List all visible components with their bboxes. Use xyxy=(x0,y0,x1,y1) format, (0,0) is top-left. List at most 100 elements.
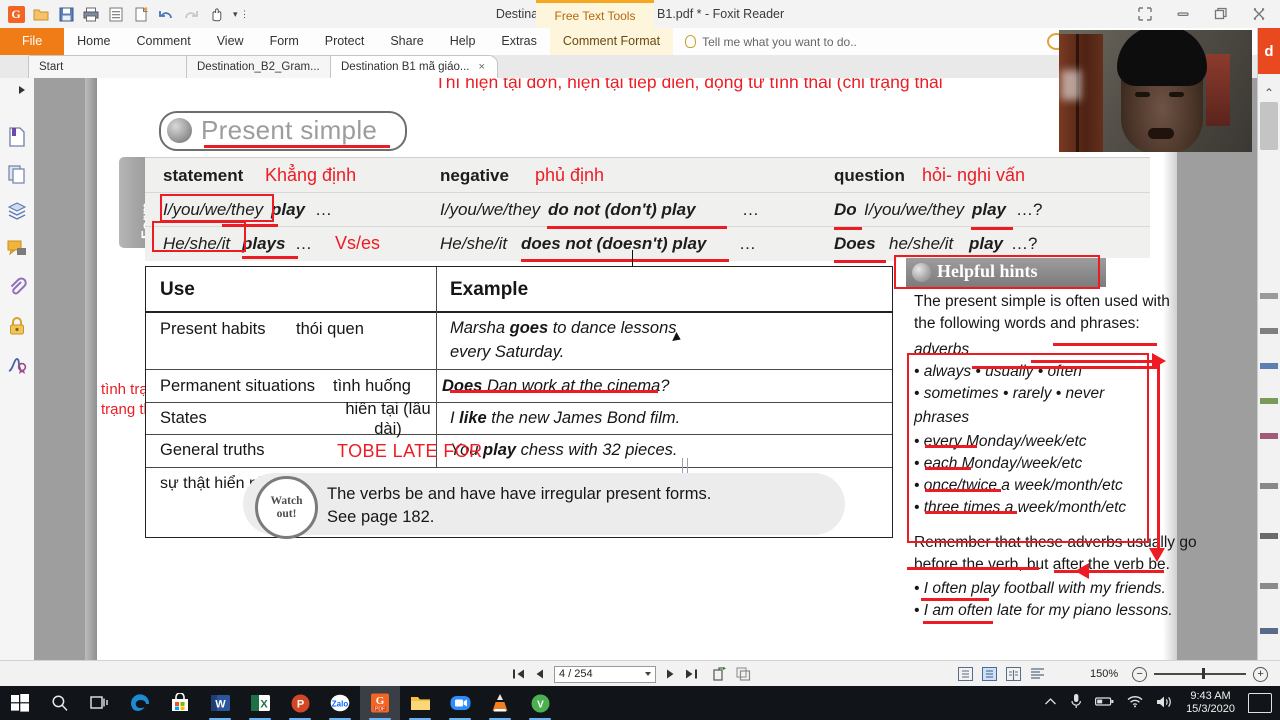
undo-icon[interactable] xyxy=(156,4,176,24)
doc-tab-destination-b2[interactable]: Destination_B2_Gram... xyxy=(186,55,341,78)
tab-comment-format[interactable]: Comment Format xyxy=(549,28,674,55)
background-app-scrollbar[interactable] xyxy=(1260,102,1278,150)
annotation-top-text: Thì hiện tại đơn, hiện tại tiếp diễn, độ… xyxy=(435,78,943,92)
search-icon[interactable] xyxy=(40,686,80,720)
form-r2-negative-subject: He/she/it xyxy=(440,234,508,253)
panel-expand-arrow-icon[interactable] xyxy=(19,86,25,94)
doc-tab-close-icon[interactable]: × xyxy=(479,61,485,73)
section-heading-pill: Present simple xyxy=(159,111,407,151)
facing-page-icon[interactable] xyxy=(1006,667,1021,681)
page-number-input[interactable]: 4 / 254 xyxy=(554,665,656,683)
battery-icon[interactable] xyxy=(1095,696,1114,710)
foxit-reader-icon[interactable]: G PDF xyxy=(360,686,400,720)
webcam-light-glare xyxy=(1061,70,1081,100)
bookmark-page-icon[interactable] xyxy=(6,126,28,148)
powerpoint-icon[interactable]: P xyxy=(280,686,320,720)
restore-down-icon[interactable] xyxy=(1134,3,1156,25)
layers-icon[interactable] xyxy=(6,200,28,222)
file-explorer-icon[interactable] xyxy=(400,686,440,720)
document-viewport[interactable]: Thì hiện tại đơn, hiện tại tiếp diễn, độ… xyxy=(34,78,1280,660)
redo-icon[interactable] xyxy=(181,4,201,24)
zoom-slider[interactable] xyxy=(1154,668,1247,680)
watch-out-line1: The verbs be and have have irregular pre… xyxy=(327,485,712,503)
snapshot-icon[interactable] xyxy=(736,667,751,681)
form-r2-statement-note: Vs/es xyxy=(335,233,381,253)
start-windows-icon[interactable] xyxy=(0,686,40,720)
tab-file[interactable]: File xyxy=(0,28,65,55)
annotation-underline-am-often xyxy=(923,621,993,624)
chevron-down-icon[interactable] xyxy=(645,672,651,676)
tell-me-search[interactable]: Tell me what you want to do.. xyxy=(685,28,857,55)
rotate-view-icon[interactable] xyxy=(712,667,727,681)
show-hidden-icons-icon[interactable] xyxy=(1044,697,1057,710)
form-r2-question-verb: play xyxy=(969,234,1004,253)
previous-page-icon[interactable] xyxy=(535,668,545,680)
unikey-icon[interactable]: V xyxy=(520,686,560,720)
zoom-in-button[interactable]: + xyxy=(1253,666,1269,682)
save-icon[interactable] xyxy=(56,4,76,24)
tab-view[interactable]: View xyxy=(204,28,257,55)
excel-icon[interactable]: X xyxy=(240,686,280,720)
open-icon[interactable] xyxy=(31,4,51,24)
word-icon[interactable]: W xyxy=(200,686,240,720)
continuous-scroll-icon[interactable] xyxy=(982,667,997,681)
action-center-icon[interactable] xyxy=(1248,693,1272,713)
print-icon[interactable] xyxy=(81,4,101,24)
tab-protect[interactable]: Protect xyxy=(312,28,378,55)
zoom-out-button[interactable]: − xyxy=(1132,666,1148,682)
comments-icon[interactable] xyxy=(6,237,28,259)
taskbar-clock[interactable]: 9:43 AM 15/3/2020 xyxy=(1186,690,1235,716)
digital-signature-icon[interactable] xyxy=(6,354,28,376)
form-header-negative-vi: phủ định xyxy=(535,165,605,185)
security-lock-icon[interactable] xyxy=(6,315,28,337)
single-page-icon[interactable] xyxy=(958,667,973,681)
maximize-icon[interactable] xyxy=(1210,3,1232,25)
page-number-value: 4 / 254 xyxy=(559,668,593,680)
zalo-icon[interactable]: Zalo xyxy=(320,686,360,720)
microsoft-store-icon[interactable] xyxy=(160,686,200,720)
annotation-underline-once-twice xyxy=(925,489,1001,492)
zoom-level-value: 150% xyxy=(1090,668,1119,680)
watch-out-badge: Watch out! xyxy=(255,476,318,539)
tab-help[interactable]: Help xyxy=(437,28,489,55)
customize-toolbar-icon[interactable]: ▾ ⋮ xyxy=(231,4,251,24)
attachment-paperclip-icon[interactable] xyxy=(6,276,28,298)
background-app-chevron-icon[interactable]: ⌃ xyxy=(1264,86,1274,100)
doc-tab-start[interactable]: Start xyxy=(28,55,196,78)
text-caret xyxy=(632,250,633,267)
annotation-arrow-shaft-left xyxy=(1082,570,1158,573)
use-table-header-use: Use xyxy=(160,279,195,300)
wifi-icon[interactable] xyxy=(1127,695,1143,711)
tab-home[interactable]: Home xyxy=(64,28,123,55)
watch-out-line2: See page 182. xyxy=(327,508,435,526)
last-page-icon[interactable] xyxy=(684,668,697,680)
edge-browser-icon[interactable] xyxy=(120,686,160,720)
zoom-slider-thumb[interactable] xyxy=(1202,668,1205,680)
tab-share[interactable]: Share xyxy=(377,28,436,55)
task-view-icon[interactable] xyxy=(80,686,120,720)
continuous-facing-icon[interactable] xyxy=(1030,667,1045,681)
page-spine-shadow xyxy=(85,78,97,660)
doc-tab-destination-b1[interactable]: Destination B1 mã giáo... × xyxy=(330,55,498,78)
next-page-icon[interactable] xyxy=(665,668,675,680)
zoom-meetings-icon[interactable] xyxy=(440,686,480,720)
minimize-icon[interactable] xyxy=(1172,3,1194,25)
tab-comment[interactable]: Comment xyxy=(124,28,204,55)
microphone-icon[interactable] xyxy=(1070,693,1082,713)
tab-extras[interactable]: Extras xyxy=(488,28,549,55)
vlc-player-icon[interactable] xyxy=(480,686,520,720)
volume-icon[interactable] xyxy=(1156,695,1173,712)
hand-tool-icon[interactable] xyxy=(206,4,226,24)
close-icon[interactable] xyxy=(1248,3,1270,25)
contextual-tab-free-text-tools[interactable]: Free Text Tools xyxy=(536,0,654,28)
properties-icon[interactable] xyxy=(106,4,126,24)
background-app-strip[interactable]: d ⌃ xyxy=(1257,28,1280,660)
use-row1-label: Present habits xyxy=(160,320,266,338)
heading-bullet-icon xyxy=(167,118,192,143)
form-header-statement-vi: Khẳng định xyxy=(265,165,357,185)
tab-form[interactable]: Form xyxy=(257,28,312,55)
new-document-icon[interactable] xyxy=(131,4,151,24)
first-page-icon[interactable] xyxy=(513,668,526,680)
pages-thumbnail-icon[interactable] xyxy=(6,163,28,185)
form-r1-question-aux: Do xyxy=(834,200,857,219)
